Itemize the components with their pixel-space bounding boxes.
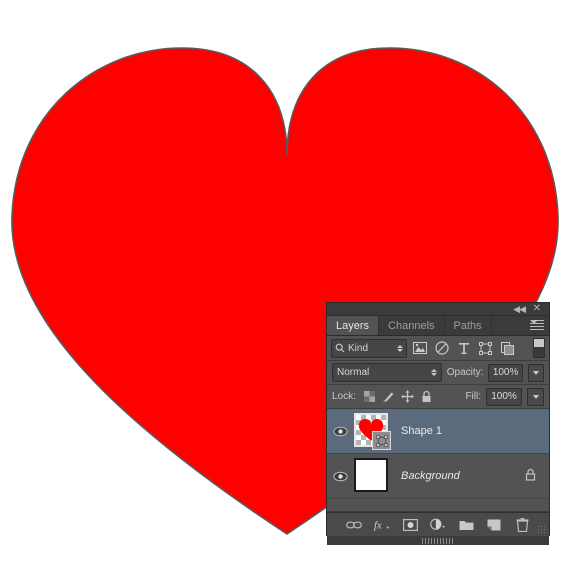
- blend-mode-select[interactable]: Normal: [332, 363, 442, 382]
- layers-panel-toolbar: fx: [327, 512, 549, 536]
- layer-thumbnail[interactable]: [354, 458, 390, 494]
- lock-position-icon[interactable]: [400, 390, 414, 403]
- kind-stepper-icon[interactable]: [397, 344, 403, 352]
- layer-locked-icon: [525, 468, 536, 484]
- layers-panel: ◀◀ ✕ Layers Channels Paths Kind Normal O…: [327, 303, 549, 545]
- layers-list-empty-space: [327, 499, 549, 512]
- type-layer-filter-icon[interactable]: [454, 339, 473, 358]
- layer-style-fx-icon[interactable]: fx: [374, 517, 390, 533]
- panel-titlebar: ◀◀ ✕: [327, 303, 549, 316]
- shape-layer-filter-icon[interactable]: [476, 339, 495, 358]
- layer-name-label[interactable]: Background: [401, 470, 460, 482]
- smart-object-filter-icon[interactable]: [498, 339, 517, 358]
- layer-name-label[interactable]: Shape 1: [401, 425, 442, 437]
- tab-paths[interactable]: Paths: [445, 316, 492, 335]
- panel-tabbar: Layers Channels Paths: [327, 316, 549, 336]
- panel-resize-grip[interactable]: [537, 525, 546, 534]
- table-row[interactable]: Shape 1: [327, 409, 549, 454]
- tab-paths-label: Paths: [453, 319, 482, 332]
- link-layers-icon[interactable]: [346, 517, 362, 533]
- blend-mode-value: Normal: [337, 367, 370, 378]
- search-icon: [335, 343, 345, 353]
- blend-mode-stepper-icon[interactable]: [430, 369, 437, 376]
- layer-filter-row: Kind: [327, 336, 549, 361]
- tab-layers-label: Layers: [336, 319, 370, 332]
- layer-visibility-toggle[interactable]: [327, 471, 353, 482]
- panel-menu-icon[interactable]: [530, 320, 544, 331]
- layer-thumbnail[interactable]: [354, 413, 391, 450]
- opacity-label: Opacity:: [446, 367, 484, 378]
- blend-mode-row: Normal Opacity: 100%: [327, 361, 549, 385]
- vector-mask-badge-icon[interactable]: [372, 431, 391, 450]
- menu-caret-icon: [530, 320, 538, 324]
- lock-row: Lock: Fill: 100%: [327, 385, 549, 409]
- close-panel-button[interactable]: ✕: [533, 304, 541, 314]
- layer-visibility-toggle[interactable]: [327, 426, 353, 437]
- tab-channels[interactable]: Channels: [379, 316, 445, 335]
- layers-list: Shape 1 Background: [327, 409, 549, 512]
- opacity-slider-button[interactable]: [527, 363, 544, 382]
- pixel-layer-filter-icon[interactable]: [410, 339, 429, 358]
- opacity-input[interactable]: 100%: [488, 363, 523, 382]
- panel-drag-footer: [327, 536, 549, 545]
- svg-text:fx: fx: [374, 520, 382, 531]
- tab-layers[interactable]: Layers: [327, 316, 380, 335]
- lock-all-icon[interactable]: [420, 390, 433, 403]
- lock-transparent-pixels-icon[interactable]: [363, 390, 376, 403]
- filter-kind-select[interactable]: Kind: [331, 338, 407, 358]
- eye-icon: [332, 426, 348, 436]
- tab-channels-label: Channels: [388, 319, 435, 332]
- new-adjustment-layer-icon[interactable]: [430, 517, 446, 533]
- panel-drag-handle-icon[interactable]: [422, 537, 454, 544]
- table-row[interactable]: Background: [327, 454, 549, 499]
- lock-label: Lock:: [332, 391, 356, 402]
- lock-image-pixels-icon[interactable]: [382, 390, 395, 403]
- filter-kind-label: Kind: [348, 342, 369, 354]
- new-layer-icon[interactable]: [486, 517, 502, 533]
- new-group-icon[interactable]: [458, 517, 474, 533]
- eye-icon: [332, 471, 348, 481]
- filter-toggle-switch[interactable]: [533, 338, 545, 358]
- fill-slider-button[interactable]: [527, 387, 544, 406]
- adjustment-layer-filter-icon[interactable]: [432, 339, 451, 358]
- collapse-panel-button[interactable]: ◀◀: [513, 304, 526, 314]
- delete-layer-icon[interactable]: [514, 517, 530, 533]
- fill-input[interactable]: 100%: [486, 387, 522, 406]
- fill-label: Fill:: [465, 391, 481, 402]
- add-layer-mask-icon[interactable]: [402, 517, 418, 533]
